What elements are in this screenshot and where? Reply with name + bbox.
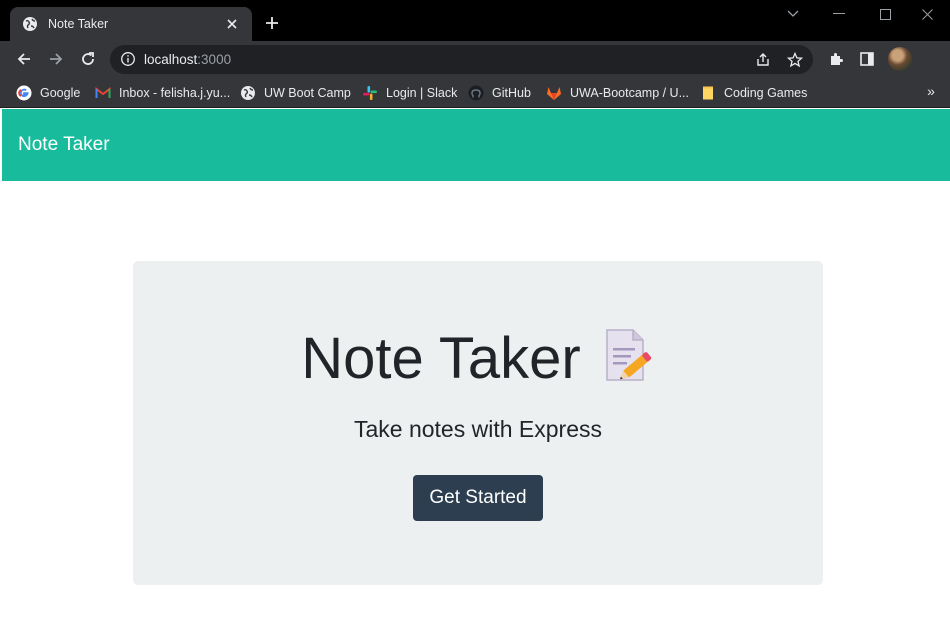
bookmark-label: UW Boot Camp: [264, 86, 351, 100]
url-text[interactable]: localhost:3000: [144, 52, 231, 67]
side-panel-icon[interactable]: [858, 50, 876, 68]
browser-tab[interactable]: Note Taker: [10, 7, 252, 41]
back-button[interactable]: [13, 48, 35, 70]
bookmark-label: GitHub: [492, 86, 531, 100]
bookmark-gitlab[interactable]: UWA-Bootcamp / U...: [546, 82, 689, 104]
url-host: localhost: [144, 52, 198, 67]
navbar: Note Taker: [2, 109, 950, 181]
globe-icon: [22, 16, 38, 32]
gitlab-icon: [546, 85, 562, 101]
forward-button[interactable]: [45, 48, 67, 70]
bookmarks-overflow-button[interactable]: »: [922, 82, 940, 100]
navbar-brand[interactable]: Note Taker: [18, 134, 110, 156]
bookmark-slack[interactable]: Login | Slack: [362, 82, 457, 104]
bookmarks-bar: Google Inbox - felisha.j.yu... UW Boot C…: [0, 77, 950, 108]
bookmark-label: Coding Games: [724, 86, 808, 100]
bookmark-label: UWA-Bootcamp / U...: [570, 86, 690, 100]
bookmark-github[interactable]: GitHub: [468, 82, 531, 104]
web-page: Note Taker Note Taker Take notes with Ex…: [2, 109, 950, 625]
tab-search-icon[interactable]: [770, 0, 816, 28]
folder-icon: [700, 85, 716, 101]
address-bar[interactable]: localhost:3000: [110, 45, 813, 74]
minimize-icon[interactable]: [816, 0, 862, 28]
get-started-button[interactable]: Get Started: [413, 475, 543, 521]
browser-toolbar: localhost:3000: [0, 41, 950, 77]
bookmark-star-icon[interactable]: [786, 51, 804, 69]
profile-avatar[interactable]: [888, 47, 912, 71]
page-title-text: Note Taker: [301, 326, 581, 391]
share-icon[interactable]: [754, 51, 772, 69]
jumbotron: Note Taker Take notes with Express Get S…: [133, 261, 823, 585]
bookmark-google[interactable]: Google: [16, 82, 80, 104]
bookmark-label: Google: [40, 86, 81, 100]
new-tab-button[interactable]: [262, 13, 282, 33]
bookmark-inbox[interactable]: Inbox - felisha.j.yu...: [95, 82, 230, 104]
gmail-icon: [95, 85, 111, 101]
github-icon: [468, 85, 484, 101]
url-port: :3000: [197, 52, 232, 67]
extensions-icon[interactable]: [827, 50, 845, 68]
info-icon[interactable]: [120, 51, 136, 67]
tab-close-icon[interactable]: [224, 16, 240, 32]
google-icon: [16, 85, 32, 101]
bookmark-label: Login | Slack: [386, 86, 458, 100]
tab-title: Note Taker: [48, 17, 109, 31]
bookmark-uw-boot-camp[interactable]: UW Boot Camp: [240, 82, 351, 104]
slack-icon: [362, 85, 378, 101]
window-close-icon[interactable]: [904, 0, 950, 28]
memo-icon: [603, 326, 655, 384]
bookmark-coding-games[interactable]: Coding Games: [700, 82, 807, 104]
lead-text: Take notes with Express: [353, 416, 602, 442]
browser-tab-strip: Note Taker: [0, 0, 950, 41]
globe-icon: [240, 85, 256, 101]
maximize-icon[interactable]: [862, 0, 908, 28]
bookmark-label: Inbox - felisha.j.yu...: [119, 86, 231, 100]
reload-button[interactable]: [77, 48, 99, 70]
page-title: Note Taker: [133, 325, 823, 392]
